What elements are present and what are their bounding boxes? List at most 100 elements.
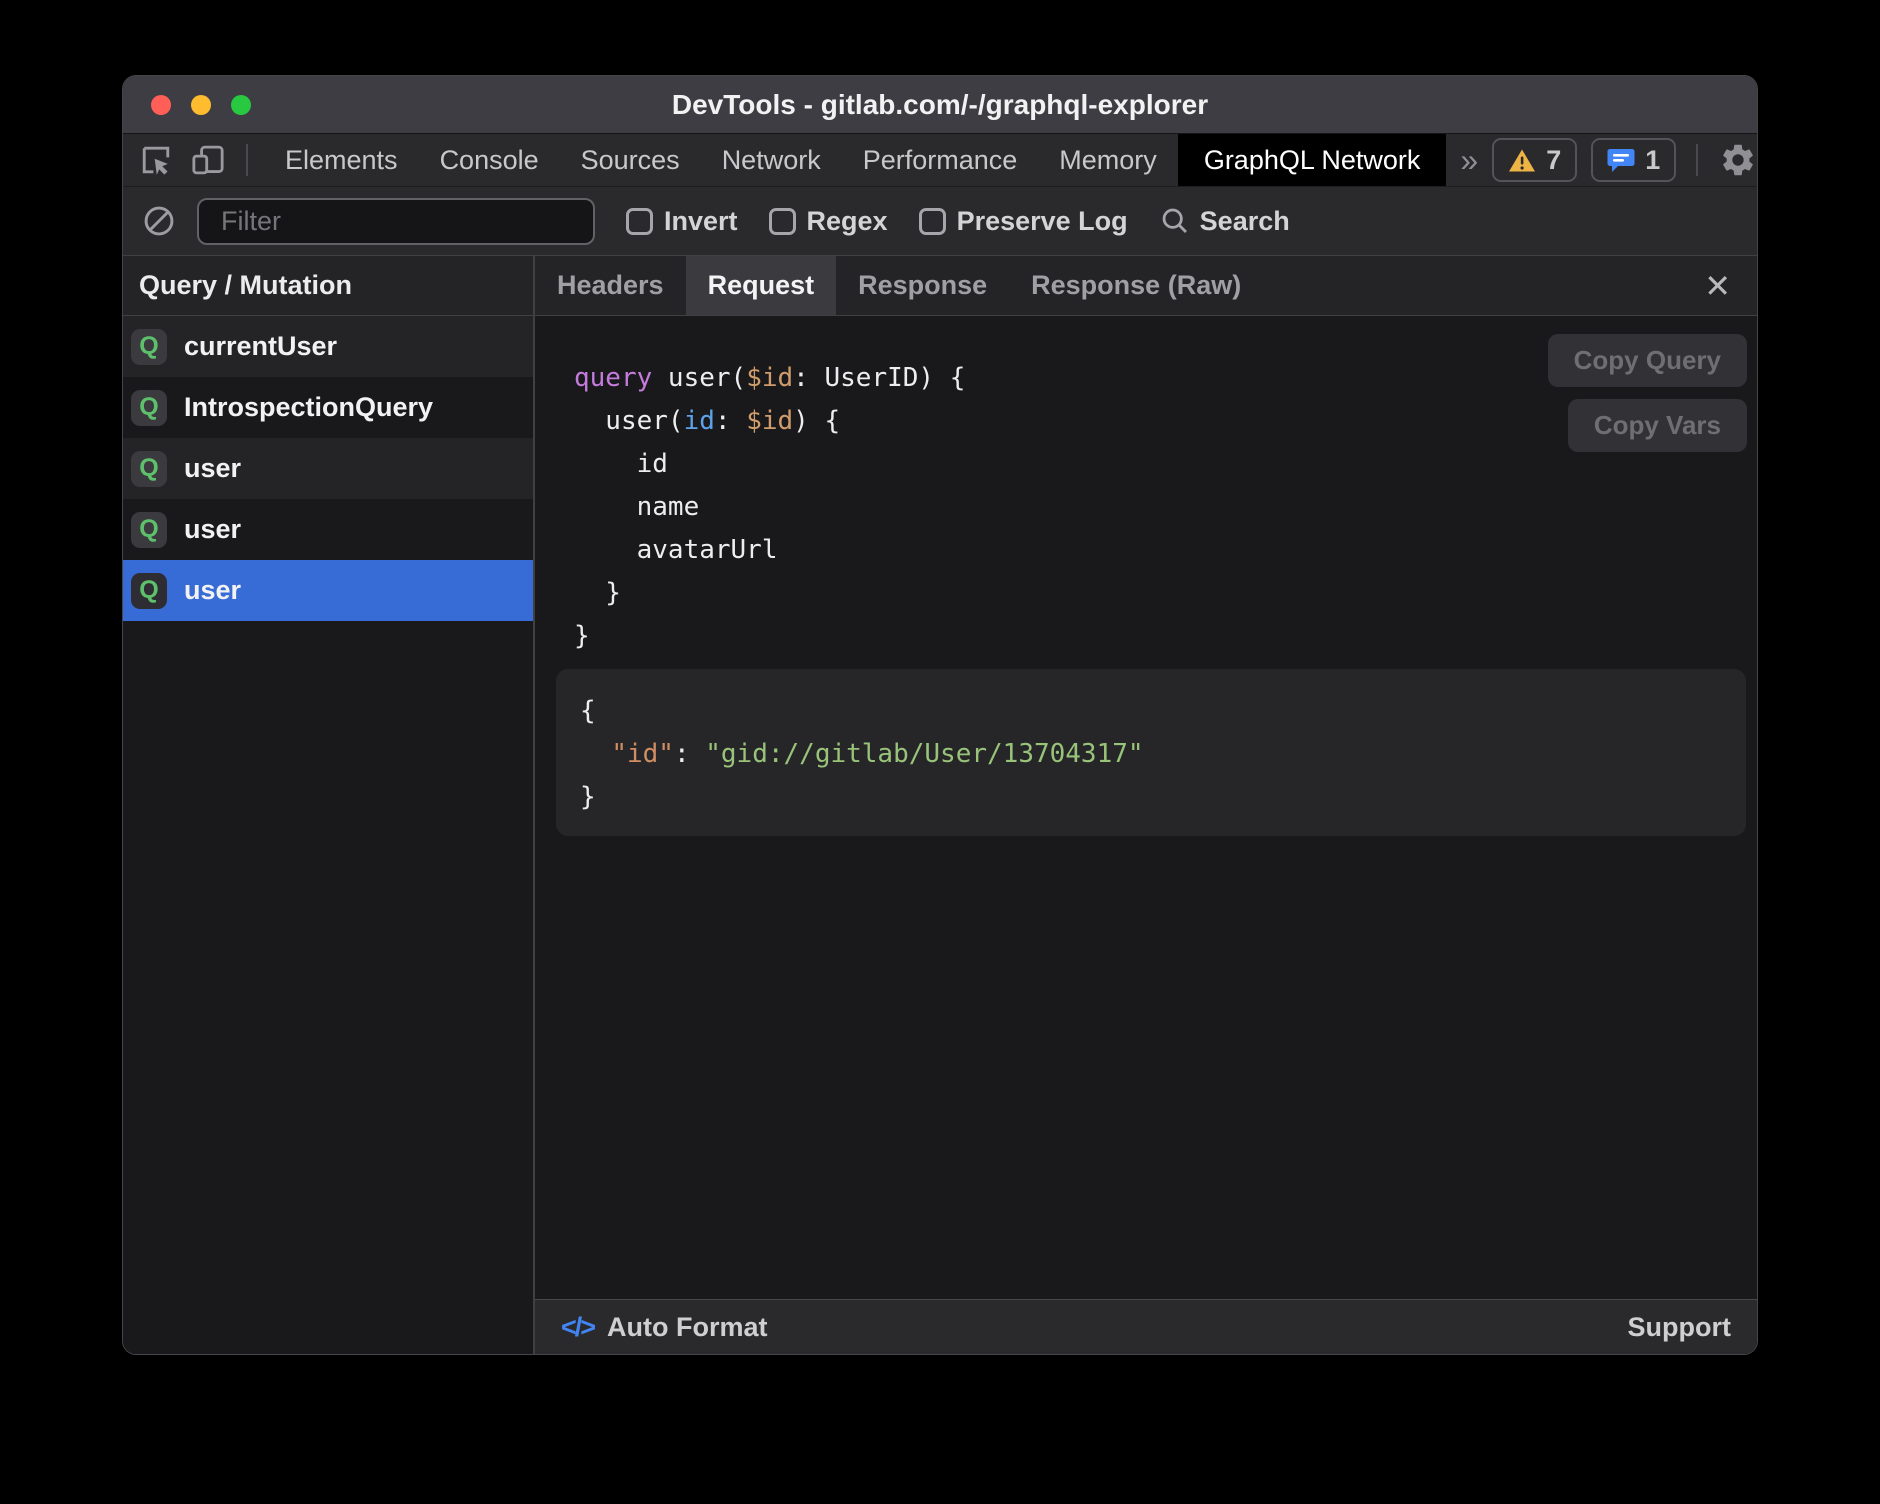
variables-code-line: "id": "gid://gitlab/User/13704317" xyxy=(580,733,1716,776)
regex-label[interactable]: Regex xyxy=(807,206,888,237)
request-code-line: avatarUrl xyxy=(574,529,1757,572)
preserve-log-label[interactable]: Preserve Log xyxy=(957,206,1128,237)
device-toolbar-button[interactable] xyxy=(188,140,228,180)
settings-button[interactable] xyxy=(1718,140,1758,180)
query-type-badge: Q xyxy=(131,329,167,365)
tab-performance[interactable]: Performance xyxy=(842,134,1039,186)
tab-request[interactable]: Request xyxy=(686,256,837,315)
regex-checkbox-group[interactable]: Regex xyxy=(769,206,888,237)
code-token: avatarUrl xyxy=(574,535,778,565)
code-token: : UserID) { xyxy=(793,363,965,393)
code-token: $id xyxy=(746,363,793,393)
preserve-log-checkbox-group[interactable]: Preserve Log xyxy=(919,206,1128,237)
main-area: Query / Mutation QcurrentUserQIntrospect… xyxy=(123,256,1757,1354)
code-token: ) { xyxy=(793,406,840,436)
warning-count: 7 xyxy=(1546,145,1561,176)
block-icon xyxy=(143,205,175,237)
copy-buttons: Copy Query Copy Vars xyxy=(1548,334,1747,452)
panel-tab-bar: Headers Request Response Response (Raw) … xyxy=(535,256,1757,316)
query-name: IntrospectionQuery xyxy=(184,392,433,423)
code-token: name xyxy=(574,492,699,522)
warnings-badge-button[interactable]: 7 xyxy=(1492,138,1577,182)
variables-box: { "id": "gid://gitlab/User/13704317"} xyxy=(556,669,1746,836)
copy-vars-button[interactable]: Copy Vars xyxy=(1568,399,1747,452)
code-token: id xyxy=(574,449,668,479)
code-token: { xyxy=(580,696,596,726)
code-token: $id xyxy=(746,406,793,436)
query-list-item[interactable]: Q IntrospectionQuery xyxy=(123,377,533,438)
filter-bar: Invert Regex Preserve Log Search xyxy=(123,187,1757,256)
auto-format-label[interactable]: Auto Format xyxy=(607,1312,767,1343)
tab-console[interactable]: Console xyxy=(419,134,560,186)
auto-format-toggle[interactable]: </> Auto Format xyxy=(561,1312,768,1343)
search-icon xyxy=(1160,206,1190,236)
tool-icons xyxy=(123,140,264,180)
support-link[interactable]: Support xyxy=(1628,1312,1731,1343)
window-title: DevTools - gitlab.com/-/graphql-explorer xyxy=(672,89,1208,121)
code-token: id xyxy=(684,406,715,436)
search-label[interactable]: Search xyxy=(1200,206,1290,237)
variables-code-line: { xyxy=(580,690,1716,733)
code-token: user( xyxy=(574,406,684,436)
tab-response[interactable]: Response xyxy=(836,256,1009,315)
code-brackets-icon: </> xyxy=(561,1312,594,1343)
invert-label[interactable]: Invert xyxy=(664,206,738,237)
code-token: "id" xyxy=(611,739,674,769)
query-list-item[interactable]: Quser xyxy=(123,438,533,499)
query-name: user xyxy=(184,453,241,484)
tabbar-right-tools: 7 1 xyxy=(1492,138,1758,182)
request-code-line: } xyxy=(574,572,1757,615)
query-name: user xyxy=(184,575,241,606)
issues-badge-button[interactable]: 1 xyxy=(1591,138,1676,182)
zoom-window-button[interactable] xyxy=(231,95,251,115)
search-button[interactable]: Search xyxy=(1160,206,1290,237)
code-token: } xyxy=(580,782,596,812)
toolbar-separator xyxy=(246,144,248,176)
invert-checkbox-group[interactable]: Invert xyxy=(626,206,738,237)
tab-elements[interactable]: Elements xyxy=(264,134,419,186)
close-window-button[interactable] xyxy=(151,95,171,115)
query-name: currentUser xyxy=(184,331,337,362)
query-type-badge: Q xyxy=(131,573,167,609)
filter-input[interactable] xyxy=(197,198,595,245)
close-panel-button[interactable]: ✕ xyxy=(1694,263,1741,309)
request-content: query user($id: UserID) { user(id: $id) … xyxy=(535,316,1757,1299)
variables-code-line: } xyxy=(580,776,1716,819)
tab-memory[interactable]: Memory xyxy=(1038,134,1178,186)
minimize-window-button[interactable] xyxy=(191,95,211,115)
query-list-item[interactable]: Quser xyxy=(123,560,533,621)
tab-graphql-network[interactable]: GraphQL Network xyxy=(1178,134,1447,186)
query-name: user xyxy=(184,514,241,545)
tab-headers[interactable]: Headers xyxy=(535,256,686,315)
tab-sources[interactable]: Sources xyxy=(560,134,701,186)
panel-footer: </> Auto Format Support xyxy=(535,1299,1757,1354)
tab-response-raw[interactable]: Response (Raw) xyxy=(1009,256,1263,315)
invert-checkbox[interactable] xyxy=(626,208,653,235)
regex-checkbox[interactable] xyxy=(769,208,796,235)
query-list-item[interactable]: QcurrentUser xyxy=(123,316,533,377)
preserve-log-checkbox[interactable] xyxy=(919,208,946,235)
request-code-line: name xyxy=(574,486,1757,529)
devtools-tab-bar: Elements Console Sources Network Perform… xyxy=(123,134,1757,187)
query-type-badge: Q xyxy=(131,451,167,487)
copy-query-button[interactable]: Copy Query xyxy=(1548,334,1747,387)
clear-button[interactable] xyxy=(139,201,179,241)
query-type-badge: Q xyxy=(131,390,167,426)
sidebar-header: Query / Mutation xyxy=(123,256,533,316)
request-code-line: } xyxy=(574,615,1757,658)
inspect-element-button[interactable] xyxy=(136,140,176,180)
code-token: user( xyxy=(652,363,746,393)
query-list-item[interactable]: Quser xyxy=(123,499,533,560)
issues-count: 1 xyxy=(1645,145,1660,176)
query-type-badge: Q xyxy=(131,512,167,548)
device-toolbar-icon xyxy=(190,143,226,177)
chat-bubble-icon xyxy=(1607,147,1635,173)
code-token: } xyxy=(574,621,590,651)
code-token: query xyxy=(574,363,652,393)
code-token xyxy=(580,739,611,769)
more-tabs-button[interactable]: » xyxy=(1446,142,1492,179)
code-token: : xyxy=(674,739,705,769)
detail-panel: Headers Request Response Response (Raw) … xyxy=(535,256,1757,1354)
variables-code: { "id": "gid://gitlab/User/13704317"} xyxy=(580,690,1716,819)
tab-network[interactable]: Network xyxy=(701,134,842,186)
